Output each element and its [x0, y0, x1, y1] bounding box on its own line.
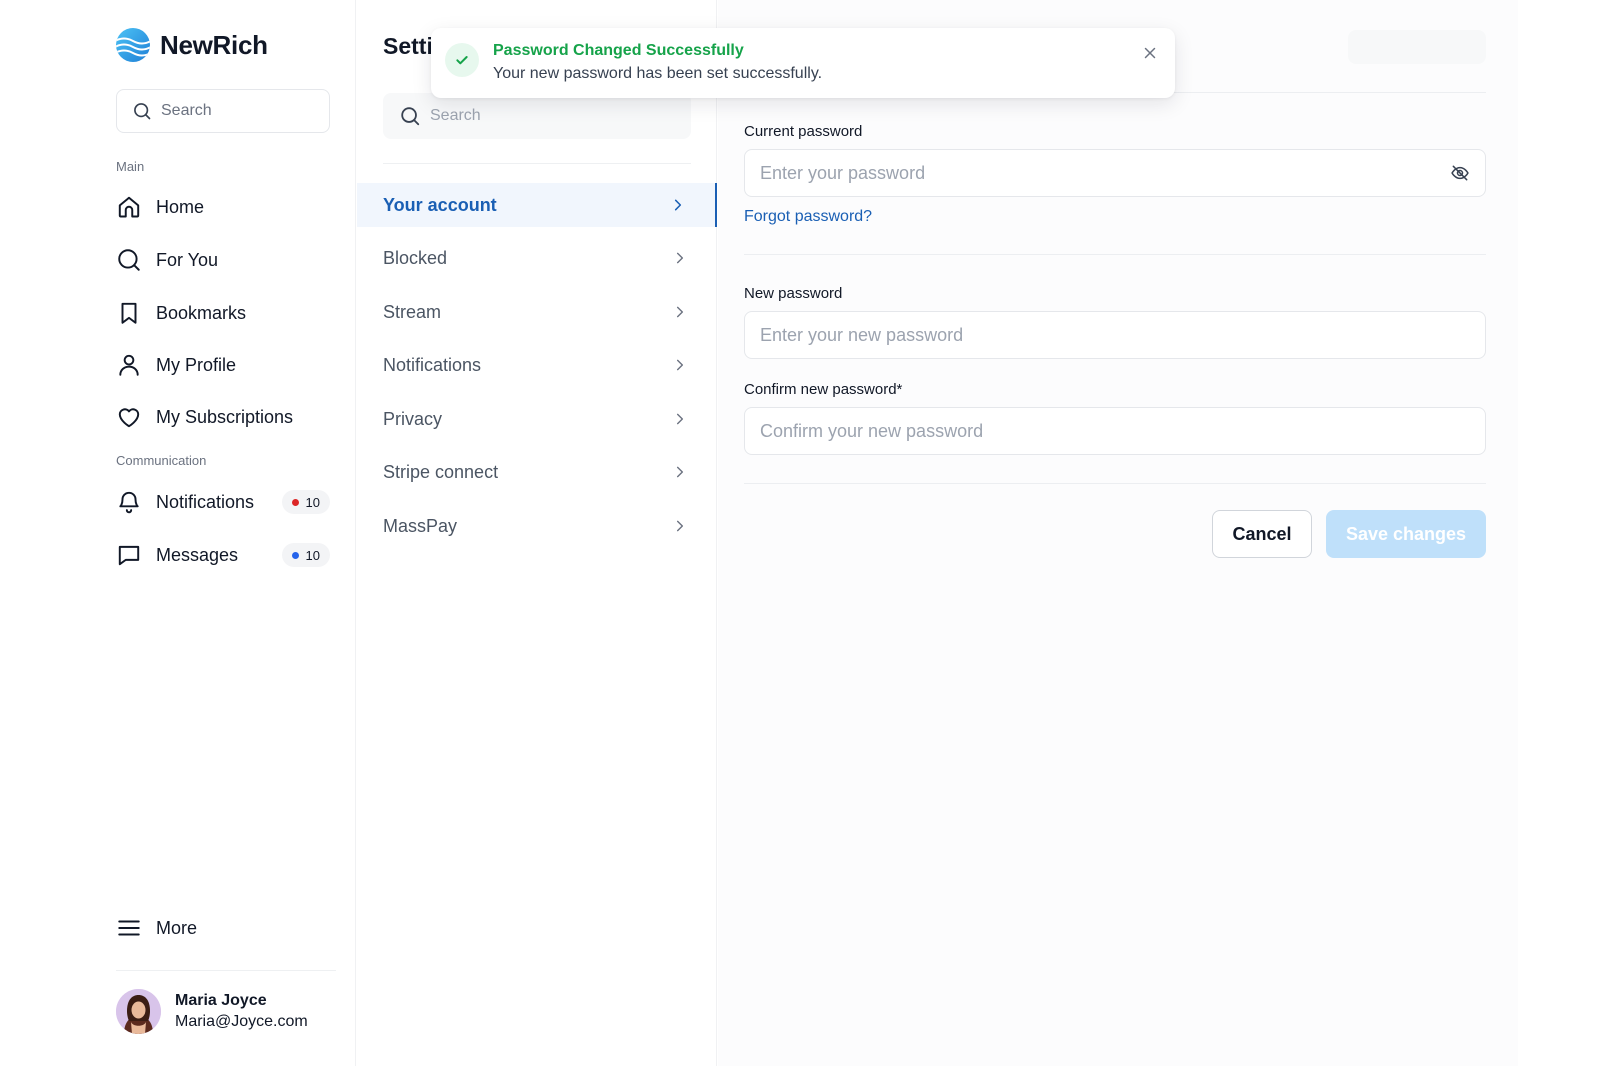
badge-dot — [291, 498, 299, 506]
settings-item-notifications[interactable]: Notifications — [357, 343, 717, 387]
current-password-label: Current password — [744, 123, 863, 140]
nav-item-home[interactable]: Home — [116, 187, 330, 227]
check-circle-icon — [445, 43, 479, 77]
toast-message: Your new password has been set successfu… — [493, 65, 823, 82]
new-password-field[interactable] — [744, 311, 1486, 359]
settings-search-placeholder: Search — [430, 107, 481, 124]
settings-item-privacy[interactable]: Privacy — [357, 397, 717, 441]
nav-item-for-you[interactable]: For You — [116, 240, 330, 280]
settings-item-label: MassPay — [383, 515, 458, 536]
nav-item-label: Home — [156, 196, 205, 217]
brand-logo[interactable]: NewRich — [115, 27, 268, 63]
close-icon[interactable] — [1141, 44, 1159, 62]
newrich-logo-icon — [115, 27, 151, 63]
settings-divider — [383, 163, 691, 164]
confirm-password-label: Confirm new password* — [744, 381, 903, 398]
chevron-right-icon — [671, 198, 685, 212]
settings-item-label: Stripe connect — [383, 461, 499, 482]
sidebar-search[interactable]: Search — [116, 89, 330, 133]
chevron-right-icon — [673, 251, 687, 265]
settings-item-stream[interactable]: Stream — [357, 290, 717, 334]
chevron-right-icon — [673, 305, 687, 319]
settings-item-masspay[interactable]: MassPay — [357, 504, 717, 548]
new-password-input[interactable] — [760, 324, 1470, 346]
settings-menu-panel: Setti Search Your account Blocked Stream… — [357, 0, 717, 1066]
search-icon — [116, 247, 142, 273]
section-label-main: Main — [116, 159, 145, 174]
settings-item-your-account[interactable]: Your account — [357, 183, 717, 227]
sidebar-search-placeholder: Search — [161, 102, 212, 119]
header-action-placeholder — [1348, 30, 1486, 64]
message-count-badge: 10 — [281, 543, 330, 567]
search-icon — [132, 101, 152, 121]
user-name: Maria Joyce — [175, 992, 267, 1009]
nav-item-my-profile[interactable]: My Profile — [116, 345, 330, 385]
chevron-right-icon — [673, 465, 687, 479]
password-form-panel: Current password Forgot password? New pa… — [718, 0, 1518, 1066]
settings-item-label: Blocked — [383, 247, 448, 268]
nav-item-bookmarks[interactable]: Bookmarks — [116, 293, 330, 333]
new-password-label: New password — [744, 285, 843, 302]
settings-item-label: Your account — [383, 194, 497, 215]
nav-item-label: My Profile — [156, 354, 237, 375]
settings-title: Setti — [383, 33, 433, 59]
notification-count-badge: 10 — [281, 490, 330, 514]
nav-item-label: Bookmarks — [156, 302, 247, 323]
user-email: Maria@Joyce.com — [175, 1013, 308, 1030]
chevron-right-icon — [673, 412, 687, 426]
chevron-right-icon — [673, 519, 687, 533]
chevron-right-icon — [673, 358, 687, 372]
settings-item-label: Stream — [383, 301, 442, 322]
nav-item-label: Notifications — [156, 491, 255, 512]
eye-off-icon[interactable] — [1450, 163, 1470, 183]
nav-item-label: Messages — [156, 544, 239, 565]
cancel-button[interactable]: Cancel — [1212, 510, 1312, 558]
badge-dot — [291, 551, 299, 559]
message-icon — [116, 542, 142, 568]
settings-search-input[interactable]: Search — [383, 93, 691, 139]
nav-item-more[interactable]: More — [116, 908, 330, 948]
badge-count: 10 — [305, 494, 320, 510]
nav-item-messages[interactable]: Messages 10 — [116, 535, 330, 575]
toast-title: Password Changed Successfully — [493, 42, 744, 59]
settings-item-stripe-connect[interactable]: Stripe connect — [357, 450, 717, 494]
success-toast: Password Changed Successfully Your new p… — [431, 28, 1175, 98]
heart-icon — [116, 404, 142, 430]
nav-item-label: My Subscriptions — [156, 406, 294, 427]
current-password-input[interactable] — [760, 162, 1450, 184]
forgot-password-link[interactable]: Forgot password? — [744, 208, 872, 226]
current-password-field[interactable] — [744, 149, 1486, 197]
section-label-communication: Communication — [116, 453, 207, 468]
menu-icon — [116, 915, 142, 941]
user-profile-card[interactable]: Maria Joyce Maria@Joyce.com — [116, 989, 308, 1034]
form-divider — [744, 483, 1486, 484]
badge-count: 10 — [305, 547, 320, 563]
confirm-password-input[interactable] — [760, 420, 1470, 442]
home-icon — [116, 194, 142, 220]
form-divider — [744, 254, 1486, 255]
sidebar-divider — [116, 970, 336, 971]
nav-item-label: More — [156, 917, 198, 938]
confirm-password-field[interactable] — [744, 407, 1486, 455]
nav-item-my-subscriptions[interactable]: My Subscriptions — [116, 397, 330, 437]
nav-item-notifications[interactable]: Notifications 10 — [116, 482, 330, 522]
nav-item-label: For You — [156, 249, 219, 270]
settings-item-blocked[interactable]: Blocked — [357, 236, 717, 280]
save-changes-button[interactable]: Save changes — [1326, 510, 1486, 558]
brand-name: NewRich — [160, 29, 268, 60]
bookmark-icon — [116, 300, 142, 326]
settings-item-label: Privacy — [383, 408, 443, 429]
search-icon — [399, 105, 421, 127]
avatar — [116, 989, 161, 1034]
page-right-margin — [1518, 0, 1600, 1066]
user-icon — [116, 352, 142, 378]
bell-icon — [116, 489, 142, 515]
settings-item-label: Notifications — [383, 354, 482, 375]
left-sidebar: NewRich Search Main Home For You Bookmar… — [0, 0, 356, 1066]
